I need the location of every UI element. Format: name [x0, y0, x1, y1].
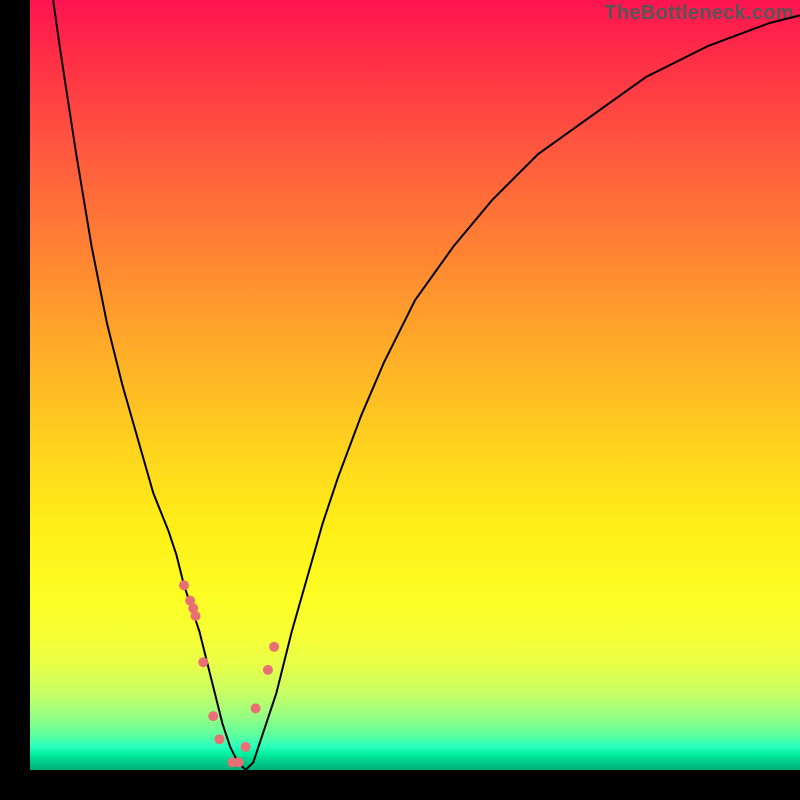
chart-svg	[0, 0, 800, 800]
bottleneck-curve	[53, 0, 800, 770]
highlighted-points	[184, 585, 274, 762]
